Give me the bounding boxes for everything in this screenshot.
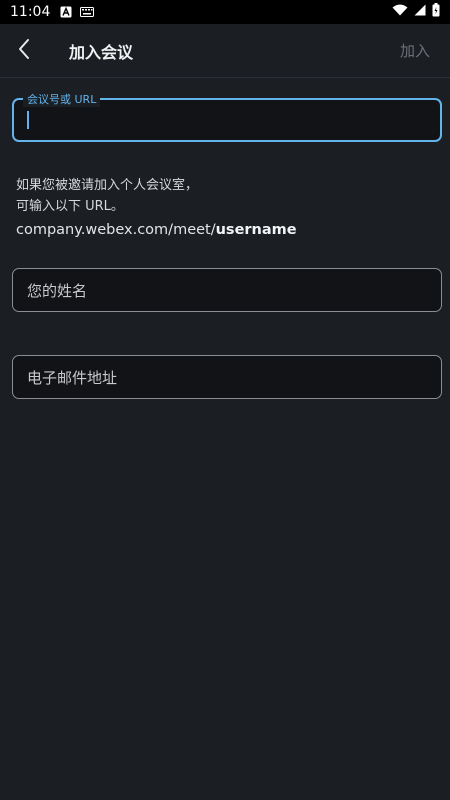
meeting-number-label: 会议号或 URL	[23, 91, 101, 107]
wifi-icon	[392, 4, 408, 20]
chevron-left-icon	[17, 38, 31, 64]
personal-room-hint: 如果您被邀请加入个人会议室， 可输入以下 URL。	[16, 175, 436, 217]
a-notification-icon	[60, 6, 72, 18]
keyboard-icon	[80, 7, 95, 17]
app-bar: 加入会议 加入	[0, 24, 450, 78]
back-button[interactable]	[0, 24, 48, 78]
url-prefix: company.webex.com/meet/	[16, 222, 216, 238]
personal-room-url: company.webex.com/meet/username	[16, 222, 297, 238]
signal-icon	[414, 4, 426, 20]
name-placeholder: 您的姓名	[27, 281, 88, 300]
text-cursor	[27, 111, 29, 129]
status-time: 11:04	[10, 4, 51, 20]
meeting-number-input[interactable]: 会议号或 URL	[12, 91, 442, 142]
hint-line-1: 如果您被邀请加入个人会议室，	[16, 178, 199, 193]
email-input[interactable]: 电子邮件地址	[12, 355, 442, 399]
hint-line-2: 可输入以下 URL。	[16, 199, 124, 214]
url-username: username	[215, 222, 297, 238]
status-right-icons	[392, 3, 440, 21]
name-input[interactable]: 您的姓名	[12, 268, 442, 312]
email-placeholder: 电子邮件地址	[27, 368, 118, 387]
join-button[interactable]: 加入	[400, 40, 430, 61]
battery-icon	[432, 3, 440, 21]
page-title: 加入会议	[69, 42, 134, 62]
status-bar: 11:04	[0, 0, 450, 24]
